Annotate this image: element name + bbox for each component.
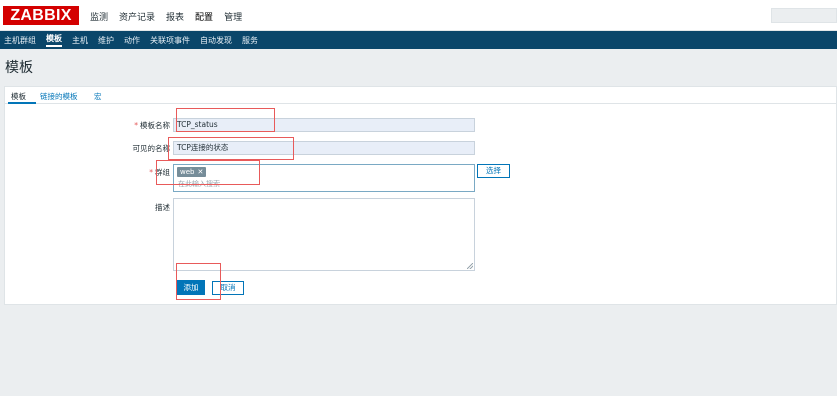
page-title: 模板 [5,60,33,76]
highlight-groups [156,160,260,185]
main-menu: 监测 资产记录 报表 配置 管理 [90,10,253,23]
top-header: ZABBIX 监测 资产记录 报表 配置 管理 [0,0,837,31]
menu-configuration[interactable]: 配置 [195,10,213,23]
description-textarea[interactable] [173,198,475,271]
menu-administration[interactable]: 管理 [224,10,242,23]
sub-menu: 主机群组 模板 主机 维护 动作 关联项事件 自动发现 服务 [0,31,837,49]
template-name-label: * 模板名称 [105,120,170,131]
tab-macros[interactable]: 宏 [94,91,102,102]
menu-monitoring[interactable]: 监测 [90,10,108,23]
zabbix-logo[interactable]: ZABBIX [3,6,79,25]
menu-inventory[interactable]: 资产记录 [119,10,155,23]
highlight-template-name [176,108,275,132]
submenu-discovery[interactable]: 自动发现 [200,35,232,46]
submenu-templates[interactable]: 模板 [46,33,62,47]
required-marker: * [134,121,138,130]
tab-template[interactable]: 模板 [11,91,26,102]
template-name-label-text: 模板名称 [140,121,170,130]
active-tab-indicator [8,102,36,104]
template-form-panel: 模板 链接的模板 宏 * 模板名称 TCP_status 可见的名称 TCP连接的… [4,86,837,305]
menu-reports[interactable]: 报表 [166,10,184,23]
required-marker: * [149,168,153,177]
highlight-add-button [176,263,221,300]
submenu-host-groups[interactable]: 主机群组 [4,35,36,46]
form-tabs: 模板 链接的模板 宏 [5,87,837,104]
submenu-services[interactable]: 服务 [242,35,258,46]
resize-grip-icon[interactable] [467,263,473,269]
tab-linked-templates[interactable]: 链接的模板 [40,91,78,102]
visible-name-label: 可见的名称 [132,144,171,153]
highlight-visible-name [168,137,294,160]
submenu-maintenance[interactable]: 维护 [98,35,114,46]
description-label: 描述 [155,203,170,212]
submenu-event-correlation[interactable]: 关联项事件 [150,35,190,46]
submenu-actions[interactable]: 动作 [124,35,140,46]
select-groups-button[interactable]: 选择 [477,164,510,178]
global-search-input[interactable] [771,8,837,23]
submenu-hosts[interactable]: 主机 [72,35,88,46]
